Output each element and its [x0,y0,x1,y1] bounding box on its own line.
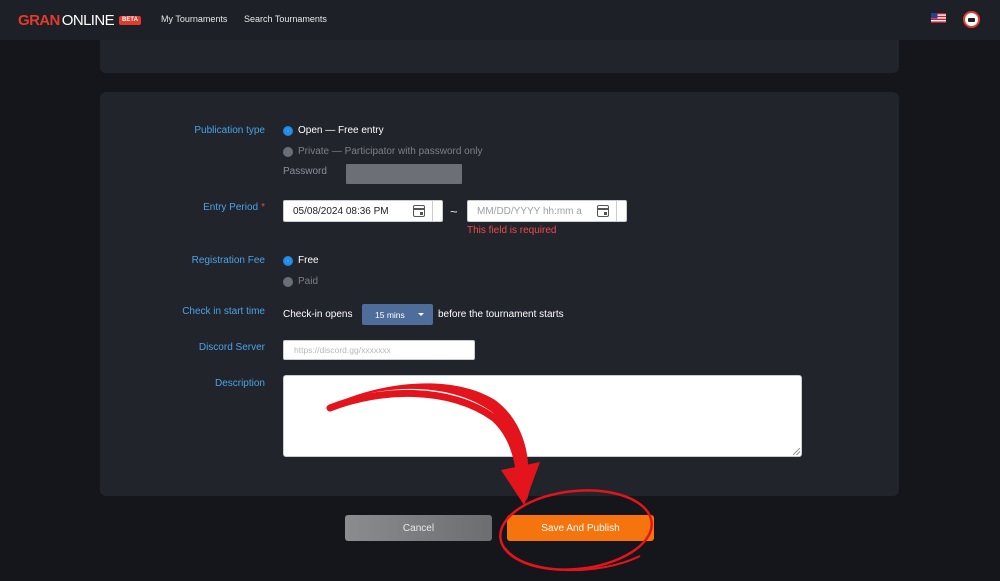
password-label: Password [283,166,327,177]
publication-open-label: Open — Free entry [298,125,384,136]
entry-end-datetime-input[interactable]: MM/DD/YYYY hh:mm a [467,200,627,222]
entry-period-label: Entry Period * [203,202,265,213]
radio-unselected-icon[interactable] [283,146,293,157]
check-in-label: Check in start time [182,306,265,317]
required-mark: * [261,202,265,213]
publication-type-label: Publication type [194,125,265,136]
description-textarea[interactable] [283,375,802,457]
save-and-publish-button[interactable]: Save And Publish [507,515,654,541]
nav-search-tournaments[interactable]: Search Tournaments [244,14,327,24]
publication-private-label: Private — Participator with password onl… [298,146,483,157]
logo-online-text: ONLINE [61,11,115,29]
chevron-down-icon [418,313,424,316]
entry-period-error: This field is required [467,225,557,236]
radio-selected-icon[interactable] [283,125,293,136]
publication-open-option[interactable]: Open — Free entry [283,125,384,136]
entry-period-label-text: Entry Period [203,202,259,213]
calendar-icon[interactable] [597,205,609,217]
user-avatar-icon[interactable] [963,11,980,28]
field-divider [432,201,433,221]
fee-paid-option[interactable]: Paid [283,276,318,287]
fee-free-label: Free [298,255,319,266]
annotation-circle-tail [504,547,641,572]
radio-selected-icon[interactable] [283,255,293,266]
entry-start-value: 05/08/2024 08:36 PM [293,205,389,217]
entry-end-placeholder: MM/DD/YYYY hh:mm a [477,205,582,217]
date-range-separator: ~ [450,204,458,219]
registration-fee-label: Registration Fee [191,255,265,266]
discord-url-input[interactable]: https://discord.gg/xxxxxxx [283,340,475,360]
us-flag-icon[interactable] [931,13,946,23]
resize-handle-icon[interactable] [793,448,800,455]
entry-start-datetime-input[interactable]: 05/08/2024 08:36 PM [283,200,443,222]
check-in-suffix: before the tournament starts [438,309,564,320]
check-in-time-select[interactable]: 15 mins [362,304,433,325]
publication-private-option[interactable]: Private — Participator with password onl… [283,146,483,157]
nav-my-tournaments[interactable]: My Tournaments [161,14,227,24]
calendar-icon[interactable] [413,205,425,217]
radio-unselected-icon[interactable] [283,276,293,287]
check-in-selected-value: 15 mins [375,309,405,320]
discord-server-label: Discord Server [198,342,265,353]
beta-badge: BETA [119,15,141,25]
fee-paid-label: Paid [298,276,319,287]
logo-gran-text: GRAN [18,11,60,29]
discord-placeholder: https://discord.gg/xxxxxxx [294,345,391,355]
fee-free-option[interactable]: Free [283,255,319,266]
check-in-prefix: Check-in opens [283,309,353,320]
field-divider [616,201,617,221]
password-input[interactable] [346,164,462,184]
cancel-button[interactable]: Cancel [345,515,492,541]
gran-online-logo[interactable]: GRAN ONLINE BETA [18,11,141,29]
top-navigation-bar: GRAN ONLINE BETA My Tournaments Search T… [0,0,1000,40]
previous-section-card [100,40,899,73]
description-label: Description [214,378,265,389]
